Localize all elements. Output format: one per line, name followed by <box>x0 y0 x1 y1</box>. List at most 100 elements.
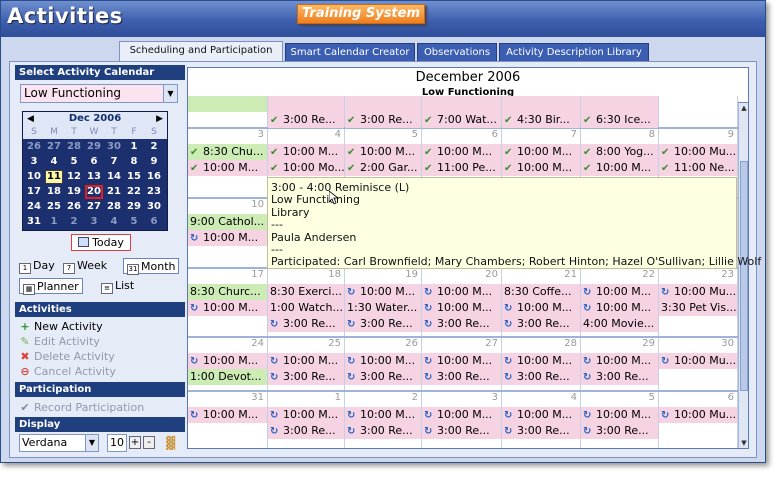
calendar-event[interactable]: ✔ 2:00 Gar... <box>345 160 421 176</box>
day-cell[interactable]: 25 ↻ 10:00 M... ↻ 3:00 Re... <box>268 338 345 390</box>
day-cell[interactable]: 6 ↻ 10:00 Mu... <box>659 392 738 448</box>
view-list[interactable]: ≡ List <box>101 278 134 294</box>
day-cell[interactable]: ✔ 3:00 Re... <box>268 96 345 128</box>
day-cell[interactable]: 1 ↻ 10:00 M... ↻ 3:00 Re... <box>268 392 345 448</box>
calendar-event[interactable]: ↻ 3:00 Re... <box>268 369 344 385</box>
mini-calendar-day[interactable]: 4 <box>105 215 123 229</box>
calendar-event[interactable]: ↻ 3:00 Re... <box>422 423 501 439</box>
day-cell[interactable]: 22 ↻ 10:00 M... ↻ 10:00 M... 4:00 Movie... <box>581 269 659 336</box>
mini-calendar-day[interactable]: 18 <box>45 185 63 199</box>
mini-calendar-day[interactable]: 16 <box>145 170 163 184</box>
calendar-select[interactable]: Low Functioning ▼ <box>20 84 178 103</box>
calendar-event[interactable]: ↻ 10:00 M... <box>581 407 658 423</box>
calendar-event[interactable]: ↻ 10:00 M... <box>345 284 421 300</box>
day-cell[interactable]: ✔ 4:30 Bir... <box>502 96 581 128</box>
calendar-event[interactable]: ↻ 10:00 M... <box>422 353 501 369</box>
day-cell[interactable]: 19 ↻ 10:00 M... 1:30 Water... ↻ 3:00 Re... <box>345 269 422 336</box>
calendar-event[interactable]: ✔ 10:00 M... <box>502 160 580 176</box>
day-cell[interactable]: 27 ↻ 10:00 M... ↻ 3:00 Re... <box>422 338 502 390</box>
calendar-event[interactable]: ↻ 10:00 M... <box>581 353 658 369</box>
day-cell[interactable]: ✔ 6:30 Ice... <box>581 96 659 128</box>
calendar-event[interactable]: ↻ 10:00 M... <box>422 300 501 316</box>
calendar-event[interactable]: 1:00 Watch... <box>268 300 344 316</box>
day-cell[interactable]: 3 ✔ 8:30 Chu... ✔ 10:00 M... <box>188 129 268 197</box>
calendar-event[interactable]: 4:00 Movie... <box>581 316 658 332</box>
mini-calendar-day[interactable]: 7 <box>105 155 123 169</box>
mini-calendar-day[interactable]: 29 <box>85 140 103 154</box>
font-size-input[interactable]: 10 <box>107 434 127 452</box>
calendar-event[interactable]: ↻ 3:00 Re... <box>345 423 421 439</box>
calendar-event[interactable]: 8:30 Exerci... <box>268 284 344 300</box>
mini-calendar-day[interactable]: 25 <box>45 200 63 214</box>
calendar-event[interactable] <box>188 96 267 112</box>
mini-calendar-day[interactable]: 30 <box>145 200 163 214</box>
chevron-down-icon[interactable]: ▼ <box>85 435 98 451</box>
mini-calendar-day[interactable]: 26 <box>25 140 43 154</box>
mini-calendar-day[interactable]: 17 <box>25 185 43 199</box>
mini-calendar-day[interactable]: 19 <box>65 185 83 199</box>
calendar-event[interactable]: ✔ 7:00 Wat... <box>422 112 501 128</box>
day-cell[interactable]: 29 ↻ 10:00 M... ↻ 3:00 Re... <box>581 338 659 390</box>
mini-calendar-day[interactable]: 24 <box>25 200 43 214</box>
mini-calendar-day[interactable]: 21 <box>105 185 123 199</box>
day-cell[interactable]: 30 ↻ 10:00 Mu... <box>659 338 738 390</box>
mini-calendar-day[interactable]: 2 <box>145 140 163 154</box>
calendar-event[interactable]: ✔ 11:00 Pe... <box>422 160 501 176</box>
day-cell[interactable]: 17 8:30 Churc... ↻ 10:00 M... <box>188 269 268 336</box>
delete-activity-button[interactable]: ✖ Delete Activity <box>19 349 114 364</box>
calendar-event[interactable]: ↻ 10:00 M... <box>345 407 421 423</box>
font-select[interactable]: Verdana ▼ <box>19 434 99 452</box>
calendar-event[interactable]: ✔ 6:30 Ice... <box>581 112 658 128</box>
calendar-event[interactable]: ↻ 3:00 Re... <box>422 316 501 332</box>
calendar-event[interactable]: ↻ 10:00 Mu... <box>659 407 737 423</box>
mini-calendar-day[interactable]: 26 <box>65 200 83 214</box>
day-cell[interactable]: 28 ↻ 10:00 M... ↻ 3:00 Re... <box>502 338 581 390</box>
calendar-event[interactable]: ↻ 3:00 Re... <box>581 423 658 439</box>
day-cell[interactable]: 21 8:30 Coffe... ↻ 10:00 M... ↻ 3:00 Re... <box>502 269 581 336</box>
calendar-event[interactable]: ↻ 3:00 Re... <box>502 423 580 439</box>
calendar-event[interactable] <box>422 96 501 112</box>
day-cell[interactable]: 4 ↻ 10:00 M... ↻ 3:00 Re... <box>502 392 581 448</box>
mini-calendar-day[interactable]: 27 <box>85 200 103 214</box>
mini-calendar-day[interactable]: 20 <box>85 185 103 199</box>
day-cell[interactable]: 24 ↻ 10:00 M... 1:00 Devot... <box>188 338 268 390</box>
mini-calendar-day[interactable]: 22 <box>125 185 143 199</box>
calendar-event[interactable]: ✔ 8:30 Chu... <box>188 144 267 160</box>
view-planner[interactable]: ▦ Planner <box>19 278 83 295</box>
mini-calendar-day[interactable]: 12 <box>65 170 83 184</box>
calendar-event[interactable] <box>345 96 421 112</box>
calendar-event[interactable]: 8:30 Churc... <box>188 284 267 300</box>
vertical-scrollbar[interactable]: ▲ ▼ <box>738 103 748 448</box>
calendar-event[interactable]: ↻ 10:00 M... <box>188 353 267 369</box>
calendar-event[interactable]: ↻ 10:00 M... <box>502 353 580 369</box>
mini-calendar-day[interactable]: 15 <box>125 170 143 184</box>
day-cell[interactable]: 23 ↻ 10:00 Mu... 3:30 Pet Vis... <box>659 269 738 336</box>
calendar-event[interactable]: ↻ 3:00 Re... <box>581 369 658 385</box>
calendar-event[interactable]: ↻ 3:00 Re... <box>268 316 344 332</box>
calendar-event[interactable]: ↻ 10:00 M... <box>502 300 580 316</box>
calendar-event[interactable]: ✔ 10:00 M... <box>422 144 501 160</box>
day-cell[interactable]: 5 ↻ 10:00 M... ↻ 3:00 Re... <box>581 392 659 448</box>
prev-month-icon[interactable]: ◀ <box>27 112 34 126</box>
increase-font-button[interactable]: + <box>129 436 141 449</box>
calendar-event[interactable]: ↻ 10:00 M... <box>581 300 658 316</box>
mini-calendar-day[interactable]: 6 <box>85 155 103 169</box>
mini-calendar-day[interactable]: 5 <box>125 215 143 229</box>
calendar-event[interactable]: ↻ 10:00 M... <box>422 407 501 423</box>
mini-calendar-day[interactable]: 31 <box>25 215 43 229</box>
calendar-event[interactable] <box>268 96 344 112</box>
calendar-event[interactable]: ↻ 3:00 Re... <box>502 369 580 385</box>
calendar-event[interactable]: ↻ 3:00 Re... <box>502 316 580 332</box>
calendar-event[interactable]: ↻ 10:00 Mu... <box>659 284 737 300</box>
calendar-event[interactable]: ✔ 10:00 M... <box>188 160 267 176</box>
calendar-event[interactable]: 1:00 Devot... <box>188 369 267 385</box>
calendar-event[interactable]: ↻ 10:00 Mu... <box>659 353 737 369</box>
calendar-event[interactable]: ↻ 10:00 M... <box>345 353 421 369</box>
calendar-event[interactable]: ✔ 3:00 Re... <box>268 112 344 128</box>
mini-calendar-day[interactable]: 1 <box>45 215 63 229</box>
day-cell[interactable]: 18 8:30 Exerci... 1:00 Watch... ↻ 3:00 Re... <box>268 269 345 336</box>
new-activity-button[interactable]: + New Activity <box>19 319 102 334</box>
calendar-event[interactable]: ✔ 3:00 Re... <box>345 112 421 128</box>
calendar-event[interactable]: 3:30 Pet Vis... <box>659 300 737 316</box>
day-cell[interactable]: 26 ↻ 10:00 M... ↻ 3:00 Re... <box>345 338 422 390</box>
